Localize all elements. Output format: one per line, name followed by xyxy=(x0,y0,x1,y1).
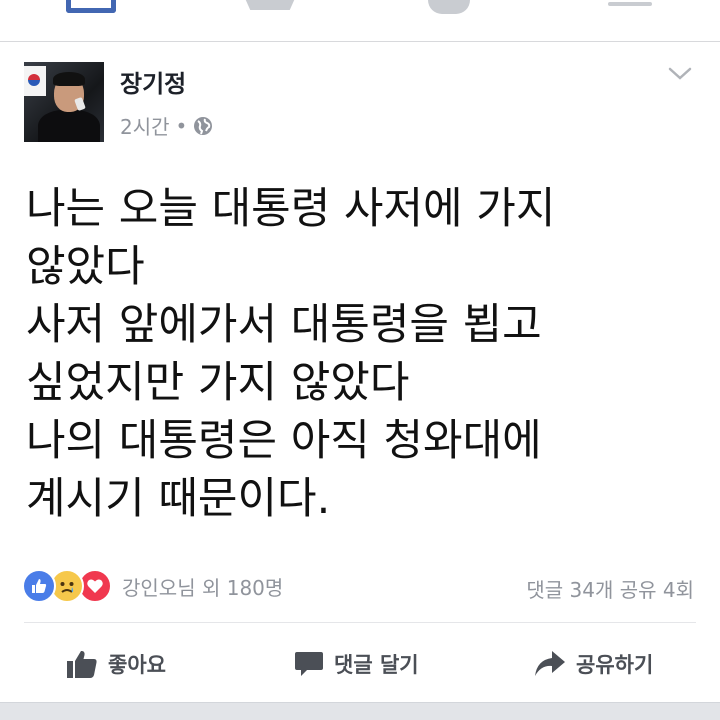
notifications-globe-icon[interactable] xyxy=(428,0,470,14)
post-text-line: 나는 오늘 대통령 사저에 가지 xyxy=(26,184,556,234)
post-text-line: 계시기 때문이다. xyxy=(26,474,331,524)
post-text-line: 싶었지만 가지 않았다 xyxy=(26,358,410,408)
comment-icon xyxy=(295,652,323,676)
comments-shares-count[interactable]: 댓글 34개 공유 4회 xyxy=(526,574,694,603)
flag-graphic xyxy=(24,66,46,96)
friends-icon[interactable] xyxy=(244,0,296,10)
post-body: 나는 오늘 대통령 사저에 가지 않았다 사저 앞에가서 대통령을 뵙고 싶었지… xyxy=(26,180,696,528)
post-time[interactable]: 2시간 xyxy=(120,111,170,140)
like-button[interactable]: 좋아요 xyxy=(66,644,166,684)
top-navigation-bar xyxy=(0,0,720,42)
thumbs-up-icon xyxy=(67,650,97,678)
share-button[interactable]: 공유하기 xyxy=(534,644,653,684)
comment-label: 댓글 달기 xyxy=(334,653,419,677)
meta-separator: • xyxy=(175,113,188,138)
post-text-line: 않았다 xyxy=(26,242,145,292)
reactions-summary[interactable]: 강인오님 외 180명 xyxy=(22,568,283,604)
like-label: 좋아요 xyxy=(108,653,166,677)
feed-separator xyxy=(0,702,720,720)
author-name[interactable]: 장기정 xyxy=(120,64,186,99)
reactors-text[interactable]: 강인오님 외 180명 xyxy=(122,572,283,601)
post-text-line: 사저 앞에가서 대통령을 뵙고 xyxy=(26,300,542,350)
share-label: 공유하기 xyxy=(576,653,654,677)
menu-icon[interactable] xyxy=(608,2,652,6)
comment-button[interactable]: 댓글 달기 xyxy=(294,644,419,684)
like-icon xyxy=(22,569,56,603)
chevron-down-icon[interactable] xyxy=(667,66,693,82)
post-meta: 2시간 • xyxy=(120,111,213,140)
home-icon[interactable] xyxy=(66,0,116,13)
share-arrow-icon xyxy=(535,651,565,676)
post-text-line: 나의 대통령은 아직 청와대에 xyxy=(26,416,542,466)
globe-icon xyxy=(194,116,213,135)
divider xyxy=(24,622,696,623)
author-avatar[interactable] xyxy=(24,62,104,142)
